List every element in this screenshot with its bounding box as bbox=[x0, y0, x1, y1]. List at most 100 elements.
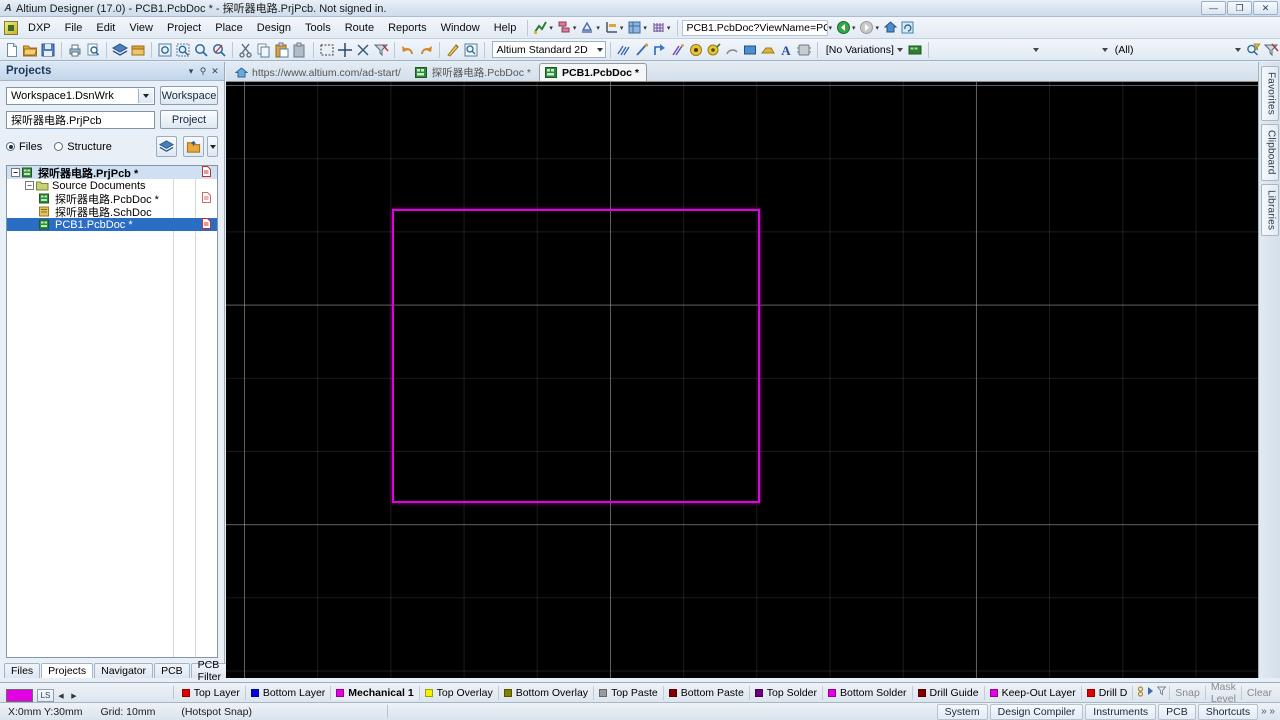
layer-scroll-right-icon[interactable] bbox=[1147, 686, 1155, 699]
layer-chip[interactable]: Keep-Out Layer bbox=[985, 685, 1082, 700]
variant-manager-icon[interactable] bbox=[906, 41, 924, 59]
layers-tool-icon[interactable] bbox=[626, 19, 643, 36]
route-single-icon[interactable] bbox=[633, 41, 651, 59]
right-tab-clipboard[interactable]: Clipboard bbox=[1260, 123, 1279, 181]
panel-tab-navigator[interactable]: Navigator bbox=[94, 663, 154, 678]
place-component-icon[interactable] bbox=[795, 41, 813, 59]
layer-chip[interactable]: Drill D bbox=[1082, 685, 1134, 700]
panel-overflow-icon[interactable]: » » bbox=[1258, 705, 1278, 718]
home-icon[interactable] bbox=[882, 19, 899, 36]
clear-button[interactable]: Clear bbox=[1240, 685, 1277, 700]
panel-tab-projects[interactable]: Projects bbox=[41, 663, 94, 678]
print-icon[interactable] bbox=[66, 41, 84, 59]
panel-close-icon[interactable]: ✕ bbox=[209, 64, 221, 78]
workspace-arrow-icon[interactable] bbox=[138, 88, 153, 103]
paste-special-icon[interactable] bbox=[291, 41, 309, 59]
layer-filter-icon[interactable] bbox=[1156, 686, 1167, 699]
nav-forward-icon[interactable] bbox=[858, 19, 875, 36]
project-field[interactable]: 探听器电路.PrjPcb bbox=[6, 110, 155, 129]
menu-place[interactable]: Place bbox=[208, 20, 250, 36]
new-document-icon[interactable] bbox=[3, 41, 21, 59]
panel-pin-icon[interactable]: ⚲ bbox=[197, 64, 209, 78]
active-layer-color-swatch[interactable] bbox=[6, 689, 33, 702]
panel-open-project-icon[interactable] bbox=[183, 136, 204, 157]
view-config-arrow-icon[interactable] bbox=[596, 47, 603, 52]
panel-button-system[interactable]: System bbox=[936, 703, 988, 720]
pcb-tool-caret-icon[interactable]: ▾ bbox=[573, 24, 577, 32]
menu-view[interactable]: View bbox=[122, 20, 160, 36]
doc-tab-ad-start[interactable]: https://www.altium.com/ad-start/ bbox=[229, 63, 409, 81]
menu-help[interactable]: Help bbox=[487, 20, 524, 36]
minimize-button[interactable]: — bbox=[1201, 1, 1226, 15]
tree-node-project[interactable]: − 探听器电路.PrjPcb * bbox=[7, 166, 217, 180]
menu-file[interactable]: File bbox=[58, 20, 90, 36]
variant-combo[interactable]: [No Variations] bbox=[822, 41, 906, 58]
nav-back-icon[interactable] bbox=[835, 19, 852, 36]
documents-icon[interactable] bbox=[129, 41, 147, 59]
place-fill-icon[interactable] bbox=[741, 41, 759, 59]
browse-components-icon[interactable] bbox=[462, 41, 480, 59]
workspace-select[interactable]: Workspace1.DsnWrk bbox=[6, 86, 155, 105]
tree-node-schdoc[interactable]: 探听器电路.SchDoc bbox=[7, 205, 217, 219]
place-pad-icon[interactable] bbox=[651, 41, 669, 59]
menu-reports[interactable]: Reports bbox=[381, 20, 434, 36]
menu-dxp[interactable]: DXP bbox=[21, 20, 58, 36]
snap-button[interactable]: Snap bbox=[1169, 685, 1205, 700]
panel-tab-pcb[interactable]: PCB bbox=[154, 663, 190, 678]
files-radio[interactable] bbox=[6, 142, 15, 151]
report-tool-caret-icon[interactable]: ▾ bbox=[620, 24, 624, 32]
panel-compile-icon[interactable] bbox=[156, 136, 177, 157]
drill-drawing-expand-icon[interactable] bbox=[1136, 685, 1145, 700]
structure-radio[interactable] bbox=[54, 142, 64, 151]
grid-tool-icon[interactable] bbox=[650, 19, 667, 36]
route-diff-pair-icon[interactable] bbox=[669, 41, 687, 59]
filter-scope-combo[interactable] bbox=[933, 41, 1043, 58]
menu-route[interactable]: Route bbox=[338, 20, 381, 36]
layer-sets-button[interactable]: LS bbox=[37, 689, 54, 702]
variant-arrow-icon[interactable] bbox=[896, 47, 903, 52]
panel-open-caret-icon[interactable] bbox=[207, 136, 218, 157]
report-tool-icon[interactable] bbox=[603, 19, 620, 36]
pcb-canvas[interactable] bbox=[226, 82, 1258, 678]
output-tool-icon[interactable] bbox=[579, 19, 596, 36]
panel-tab-pcb-filter[interactable]: PCB Filter bbox=[190, 659, 228, 683]
panel-tab-files[interactable]: Files bbox=[4, 663, 41, 678]
project-button[interactable]: Project bbox=[160, 110, 218, 129]
view-url-box[interactable]: PCB1.PcbDoc?ViewName=PCBE bbox=[682, 19, 829, 36]
refresh-icon[interactable] bbox=[899, 19, 916, 36]
filter-value-arrow-icon[interactable] bbox=[1101, 47, 1108, 52]
place-via-icon[interactable] bbox=[687, 41, 705, 59]
output-tool-caret-icon[interactable]: ▾ bbox=[596, 24, 600, 32]
zoom-in-icon[interactable] bbox=[192, 41, 210, 59]
filter-scope-arrow-icon[interactable] bbox=[1033, 47, 1040, 52]
view-config-combo[interactable]: Altium Standard 2D bbox=[491, 41, 606, 58]
schematic-tool-caret-icon[interactable]: ▾ bbox=[549, 24, 553, 32]
clear-filter-2-icon[interactable] bbox=[1262, 41, 1280, 59]
select-area-icon[interactable] bbox=[318, 41, 336, 59]
layer-chip[interactable]: Drill Guide bbox=[913, 685, 985, 700]
cross-probe-icon[interactable] bbox=[444, 41, 462, 59]
nav-forward-caret-icon[interactable]: ▾ bbox=[875, 24, 879, 32]
layer-chip[interactable]: Bottom Solder bbox=[823, 685, 913, 700]
layer-prev-icon[interactable]: ◀ bbox=[55, 689, 67, 702]
schematic-tool-icon[interactable] bbox=[532, 19, 549, 36]
redo-icon[interactable] bbox=[417, 41, 435, 59]
menu-design[interactable]: Design bbox=[250, 20, 298, 36]
layer-chip[interactable]: Top Solder bbox=[750, 685, 823, 700]
place-pad-2-icon[interactable] bbox=[705, 41, 723, 59]
tree-node-pcb1[interactable]: PCB1.PcbDoc * bbox=[7, 217, 217, 231]
panel-button-instruments[interactable]: Instruments bbox=[1085, 703, 1157, 720]
layer-next-icon[interactable]: ▶ bbox=[68, 689, 80, 702]
layer-chip[interactable]: Bottom Layer bbox=[246, 685, 332, 700]
project-tree[interactable]: − 探听器电路.PrjPcb * − Source Documents 探听器电… bbox=[6, 165, 218, 658]
move-icon[interactable] bbox=[336, 41, 354, 59]
clear-filter-icon[interactable] bbox=[372, 41, 390, 59]
menu-tools[interactable]: Tools bbox=[298, 20, 338, 36]
cut-icon[interactable] bbox=[237, 41, 255, 59]
zoom-selected-icon[interactable] bbox=[210, 41, 228, 59]
zoom-document-icon[interactable] bbox=[156, 41, 174, 59]
mask-level-button[interactable]: Mask Level bbox=[1204, 681, 1241, 705]
apply-filter-icon[interactable] bbox=[1244, 41, 1262, 59]
layer-chip[interactable]: Mechanical 1 bbox=[331, 685, 420, 700]
open-document-icon[interactable] bbox=[21, 41, 39, 59]
